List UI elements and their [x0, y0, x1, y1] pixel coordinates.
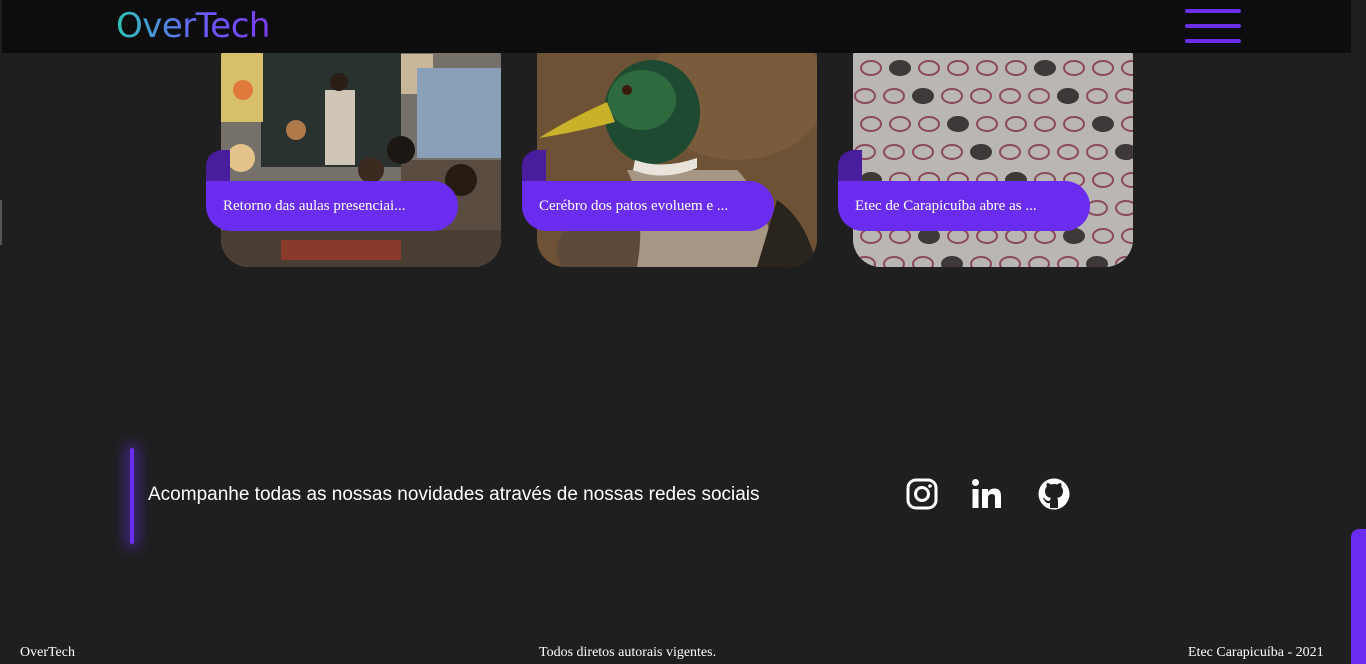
duck-photo — [537, 30, 817, 267]
social-follow-text: Acompanhe todas as nossas novidades atra… — [148, 484, 760, 505]
accent-bar — [130, 448, 134, 544]
news-card-1-title[interactable]: Retorno das aulas presenciai... — [206, 181, 458, 231]
instagram-icon[interactable] — [906, 478, 938, 510]
news-card-2[interactable] — [537, 30, 817, 267]
news-card-1[interactable] — [221, 30, 501, 267]
github-icon[interactable] — [1038, 478, 1070, 510]
news-card-3-title[interactable]: Etec de Carapicuíba abre as ... — [838, 181, 1090, 231]
top-header: OverTech — [2, 0, 1351, 53]
card-1-notch — [206, 150, 230, 182]
footer-school: Etec Carapicuíba - 2021 — [1188, 645, 1324, 660]
site-logo[interactable]: OverTech — [116, 6, 270, 46]
side-edge-marker — [0, 200, 2, 245]
footer-copyright: Todos diretos autorais vigentes. — [539, 645, 717, 660]
news-card-2-title[interactable]: Cerébro dos patos evoluem e ... — [522, 181, 774, 231]
hamburger-menu-icon[interactable] — [1185, 9, 1241, 45]
scrollbar-thumb[interactable] — [1351, 529, 1366, 664]
linkedin-icon[interactable] — [971, 478, 1003, 510]
classroom-photo — [221, 30, 501, 267]
card-2-notch — [522, 150, 546, 182]
news-card-3[interactable] — [853, 30, 1133, 267]
answer-sheet-photo — [853, 30, 1133, 267]
card-3-notch — [838, 150, 862, 182]
footer-brand: OverTech — [20, 645, 75, 660]
